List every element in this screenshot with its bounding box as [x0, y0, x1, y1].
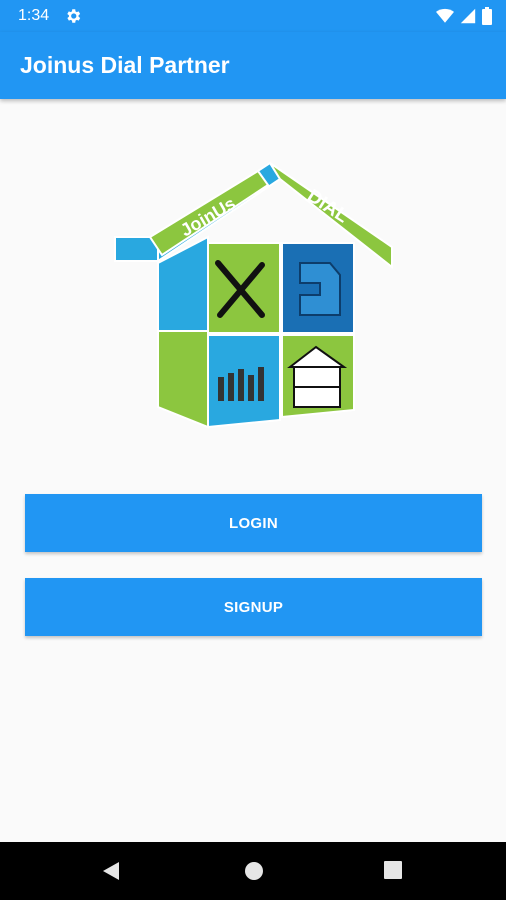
wifi-icon — [436, 8, 454, 23]
app-logo: JoinUs DIAL — [114, 161, 393, 429]
status-time: 1:34 — [18, 7, 50, 24]
navigation-bar — [0, 842, 506, 900]
gear-icon — [67, 9, 81, 23]
signal-icon — [460, 8, 476, 24]
app-bar: Joinus Dial Partner — [0, 32, 506, 99]
home-icon[interactable] — [244, 861, 264, 881]
app-title: Joinus Dial Partner — [20, 52, 230, 78]
login-button[interactable]: LOGIN — [25, 494, 482, 552]
back-icon[interactable] — [101, 861, 121, 881]
logo-text-joinus: JoinUs — [177, 193, 239, 240]
signup-button[interactable]: SIGNUP — [25, 578, 482, 636]
status-icons — [436, 7, 492, 25]
status-bar: 1:34 — [0, 0, 506, 32]
battery-icon — [482, 7, 492, 25]
recents-icon[interactable] — [384, 861, 402, 879]
